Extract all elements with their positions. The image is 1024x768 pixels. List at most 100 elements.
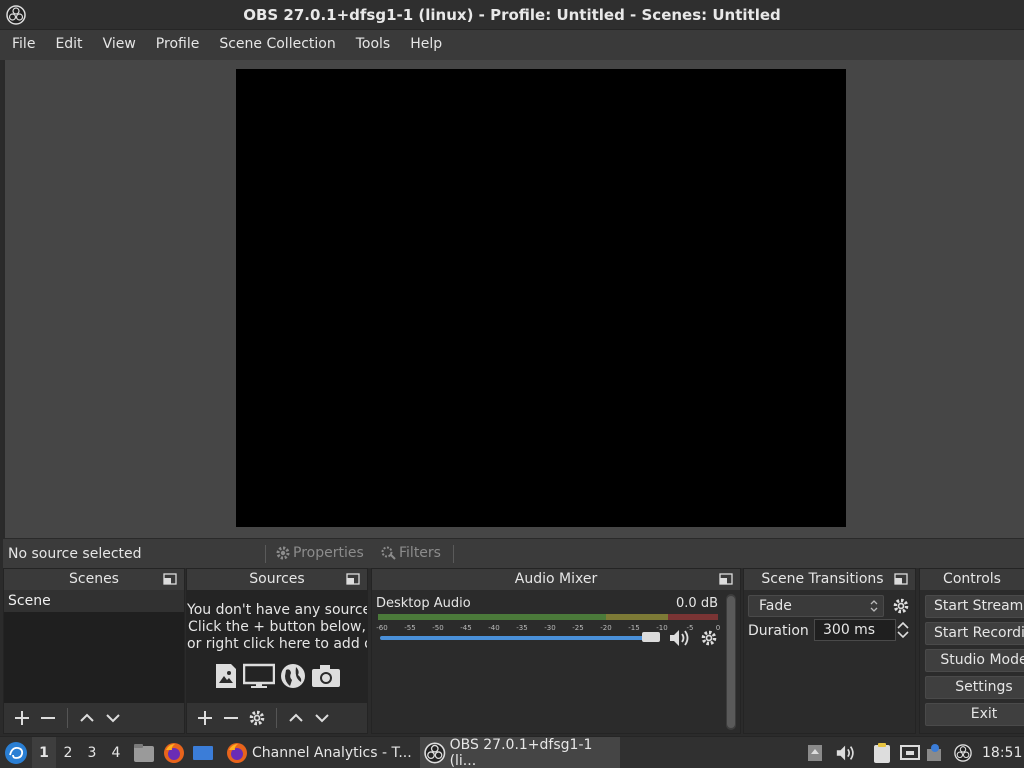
tray-clipboard[interactable] bbox=[872, 737, 892, 768]
meter-tick-label: -15 bbox=[628, 624, 640, 632]
tray-obs[interactable] bbox=[954, 737, 972, 768]
menu-scene-collection[interactable]: Scene Collection bbox=[209, 30, 345, 60]
mixer-scrollbar[interactable] bbox=[726, 594, 736, 730]
clock[interactable]: 18:51 bbox=[982, 737, 1022, 768]
firefox-icon bbox=[164, 743, 184, 763]
workspace-4[interactable]: 4 bbox=[104, 737, 128, 768]
meter-tick-label: -25 bbox=[572, 624, 584, 632]
channel-level: 0.0 dB bbox=[676, 596, 718, 611]
image-icon bbox=[215, 664, 236, 688]
duration-input[interactable]: 300 ms bbox=[814, 619, 896, 641]
display-icon bbox=[242, 663, 275, 688]
desktop-launcher[interactable] bbox=[192, 737, 214, 768]
undock-icon[interactable] bbox=[163, 573, 177, 585]
start-menu-button[interactable] bbox=[4, 737, 28, 768]
source-toolbar: No source selected Properties Filters bbox=[3, 538, 1024, 568]
minus-icon bbox=[224, 717, 238, 719]
menu-profile[interactable]: Profile bbox=[146, 30, 210, 60]
file-manager-launcher[interactable] bbox=[133, 737, 155, 768]
add-source-button[interactable] bbox=[192, 707, 218, 729]
menu-help[interactable]: Help bbox=[400, 30, 452, 60]
properties-button[interactable]: Properties bbox=[275, 545, 364, 561]
controls-title: Controls bbox=[943, 571, 1001, 587]
sources-title: Sources bbox=[249, 571, 305, 587]
gear-icon[interactable] bbox=[700, 629, 718, 647]
move-scene-up-button[interactable] bbox=[74, 707, 100, 729]
workspace-1[interactable]: 1 bbox=[32, 737, 56, 768]
preview-canvas[interactable] bbox=[236, 69, 846, 527]
menu-bar: File Edit View Profile Scene Collection … bbox=[0, 30, 1024, 60]
add-scene-button[interactable] bbox=[9, 707, 35, 729]
exit-button[interactable]: Exit bbox=[925, 703, 1024, 726]
undock-icon[interactable] bbox=[894, 573, 908, 585]
start-recording-button[interactable]: Start Recording bbox=[925, 622, 1024, 645]
volume-slider[interactable] bbox=[380, 636, 652, 640]
volume-slider-handle[interactable] bbox=[642, 632, 660, 642]
toolbar-divider bbox=[67, 708, 68, 728]
meter-tick-label: -20 bbox=[600, 624, 612, 632]
firefox-launcher[interactable] bbox=[163, 737, 185, 768]
meter-tick-label: -50 bbox=[432, 624, 444, 632]
workspace-2[interactable]: 2 bbox=[56, 737, 80, 768]
studio-mode-button[interactable]: Studio Mode bbox=[925, 649, 1024, 672]
list-item[interactable]: Scene bbox=[4, 590, 184, 612]
firefox-icon bbox=[227, 743, 247, 763]
scenes-title: Scenes bbox=[69, 571, 119, 587]
title-bar: OBS 27.0.1+dfsg1-1 (linux) - Profile: Un… bbox=[0, 0, 1024, 30]
desktop-icon bbox=[193, 746, 213, 760]
tray-notifications[interactable] bbox=[925, 737, 945, 768]
start-menu-icon bbox=[5, 742, 27, 764]
start-streaming-button[interactable]: Start Streaming bbox=[925, 595, 1024, 618]
task-firefox[interactable]: Channel Analytics - T... bbox=[222, 737, 416, 768]
source-status: No source selected bbox=[8, 546, 142, 562]
network-icon bbox=[900, 745, 920, 760]
controls-header: Controls bbox=[920, 569, 1024, 590]
tray-network[interactable] bbox=[899, 737, 921, 768]
remove-scene-button[interactable] bbox=[35, 707, 61, 729]
workspace-3[interactable]: 3 bbox=[80, 737, 104, 768]
menu-edit[interactable]: Edit bbox=[45, 30, 92, 60]
sources-header: Sources bbox=[187, 569, 367, 590]
sources-list[interactable]: You don't have any sources. Click the + … bbox=[187, 590, 367, 703]
toolbar-divider bbox=[453, 545, 454, 563]
remove-source-button[interactable] bbox=[218, 707, 244, 729]
menu-view[interactable]: View bbox=[93, 30, 146, 60]
meter-tick-label: -55 bbox=[404, 624, 416, 632]
sources-dock: Sources You don't have any sources. Clic… bbox=[186, 568, 368, 734]
updates-icon bbox=[808, 745, 822, 761]
move-scene-down-button[interactable] bbox=[100, 707, 126, 729]
move-source-down-button[interactable] bbox=[309, 707, 335, 729]
source-type-icons bbox=[187, 663, 367, 689]
gear-icon[interactable] bbox=[892, 597, 910, 615]
duration-spinner[interactable] bbox=[896, 619, 910, 641]
sources-empty-message: You don't have any sources. Click the + … bbox=[187, 590, 367, 653]
empty-line: Click the + button below, bbox=[188, 619, 366, 635]
menu-file[interactable]: File bbox=[2, 30, 45, 60]
menu-tools[interactable]: Tools bbox=[346, 30, 401, 60]
empty-line: You don't have any sources. bbox=[187, 602, 367, 618]
move-source-up-button[interactable] bbox=[283, 707, 309, 729]
filters-button[interactable]: Filters bbox=[381, 545, 441, 561]
volume-icon bbox=[836, 745, 854, 761]
gear-icon bbox=[249, 710, 265, 726]
mixer-channel: Desktop Audio 0.0 dB -60 -55 -50 -45 -40 -35 -… bbox=[376, 596, 722, 646]
clipboard-icon bbox=[874, 743, 890, 763]
undock-icon[interactable] bbox=[719, 573, 733, 585]
tray-volume[interactable] bbox=[835, 737, 857, 768]
scenes-list[interactable]: Scene bbox=[4, 590, 184, 703]
properties-label: Properties bbox=[293, 545, 364, 561]
scrollbar-thumb[interactable] bbox=[727, 596, 735, 728]
undock-icon[interactable] bbox=[346, 573, 360, 585]
source-properties-button[interactable] bbox=[244, 707, 270, 729]
transition-selected: Fade bbox=[759, 598, 792, 614]
tray-updates[interactable] bbox=[806, 737, 824, 768]
speaker-icon[interactable] bbox=[668, 628, 692, 648]
task-obs[interactable]: OBS 27.0.1+dfsg1-1 (li... bbox=[420, 737, 620, 768]
settings-button[interactable]: Settings bbox=[925, 676, 1024, 699]
camera-icon bbox=[311, 665, 340, 687]
plus-icon bbox=[198, 711, 212, 725]
folder-icon bbox=[134, 744, 154, 762]
transition-select[interactable]: Fade bbox=[748, 595, 884, 617]
gear-icon bbox=[276, 546, 290, 560]
meter-tick-label: -30 bbox=[544, 624, 556, 632]
